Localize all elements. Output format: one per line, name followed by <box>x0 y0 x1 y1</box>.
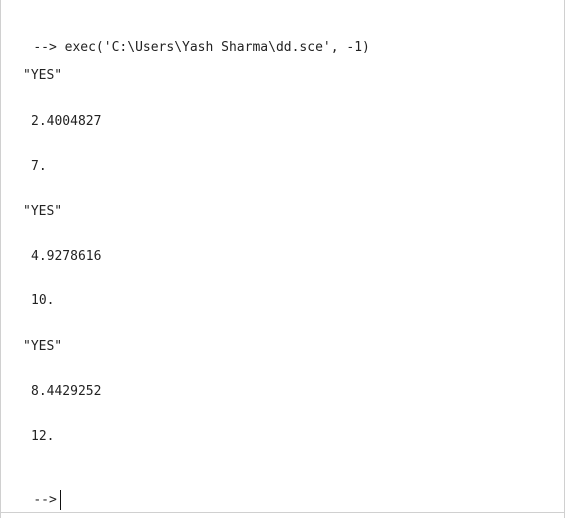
output-line-value-2: 4.9278616 <box>31 249 102 264</box>
output-line-yes-2: "YES" <box>23 204 63 219</box>
output-line-yes-3: "YES" <box>23 339 63 354</box>
text-cursor <box>59 490 61 510</box>
output-line-count-3: 12. <box>31 429 55 444</box>
output-line-count-1: 7. <box>31 159 47 174</box>
console-right-border <box>564 0 565 518</box>
output-line-yes-1: "YES" <box>23 68 63 83</box>
input-line[interactable]: --> <box>2 474 61 526</box>
console-bottom-border <box>0 512 565 513</box>
command-text: exec('C:\Users\Yash Sharma\dd.sce', -1) <box>64 40 370 55</box>
output-line-count-2: 10. <box>31 293 55 308</box>
scilab-console[interactable]: --> exec('C:\Users\Yash Sharma\dd.sce', … <box>0 0 577 518</box>
command-line: --> exec('C:\Users\Yash Sharma\dd.sce', … <box>2 24 370 72</box>
output-line-value-1: 2.4004827 <box>31 114 102 129</box>
command-prompt: --> <box>33 40 57 55</box>
console-left-border <box>0 0 1 518</box>
final-prompt: --> <box>33 492 57 508</box>
output-line-value-3: 8.4429252 <box>31 384 102 399</box>
